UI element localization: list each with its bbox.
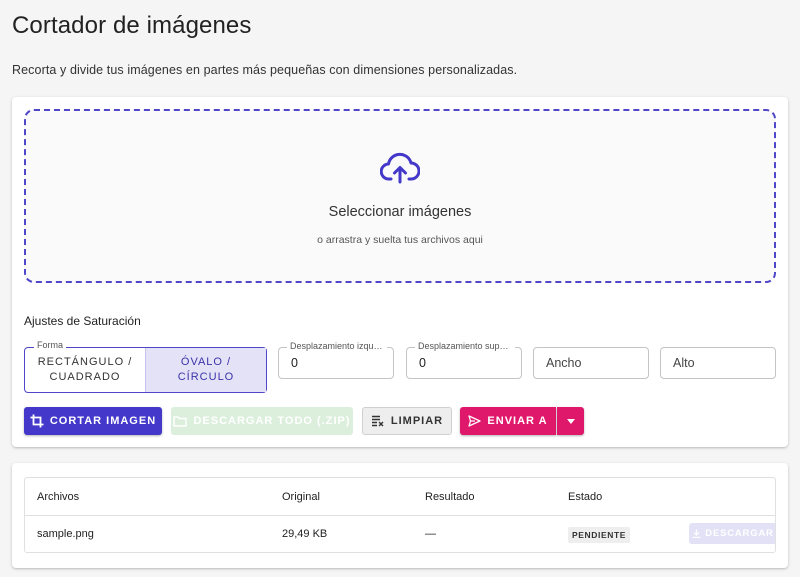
row-original-size: 29,49 KB	[282, 528, 328, 540]
header-divider	[25, 515, 775, 516]
shape-oval-button[interactable]: ÓVALO / CÍRCULO	[145, 348, 266, 392]
image-dropzone[interactable]: Seleccionar imágenes o arrastra y suelta…	[24, 109, 776, 283]
status-badge: PENDIENTE	[568, 527, 631, 543]
row-file-name: sample.png	[37, 528, 94, 540]
row-result: —	[425, 528, 436, 540]
download-icon	[692, 529, 701, 538]
crop-image-button[interactable]: CORTAR IMAGEN	[24, 407, 162, 435]
files-card: Archivos Original Resultado Estado sampl…	[12, 463, 788, 568]
crop-icon	[30, 414, 44, 428]
settings-label: Ajustes de Saturación	[24, 314, 141, 328]
offset-left-input[interactable]: Desplazamiento izquierdo 0	[278, 341, 394, 379]
shape-toggle-group: Forma RECTÁNGULO / CUADRADO ÓVALO / CÍRC…	[24, 340, 267, 393]
cloud-upload-icon	[380, 152, 420, 184]
send-to-label: ENVIAR A	[487, 415, 548, 427]
crop-image-label: CORTAR IMAGEN	[49, 415, 157, 427]
download-all-button[interactable]: DESCARGAR TODO (.ZIP)	[171, 407, 353, 435]
files-table: Archivos Original Resultado Estado sampl…	[24, 477, 776, 553]
shape-legend: Forma	[34, 340, 67, 350]
caret-down-icon	[566, 418, 575, 424]
send-icon	[468, 415, 482, 427]
header-status: Estado	[568, 491, 603, 503]
send-to-button[interactable]: ENVIAR A	[460, 407, 556, 435]
clear-button[interactable]: LIMPIAR	[362, 407, 452, 435]
download-all-label: DESCARGAR TODO (.ZIP)	[193, 415, 351, 427]
row-download-label: DESCARGAR	[705, 528, 774, 539]
header-files: Archivos	[37, 491, 80, 503]
header-result: Resultado	[425, 491, 475, 503]
clear-label: LIMPIAR	[390, 415, 444, 427]
row-download-button[interactable]: DESCARGAR	[689, 523, 775, 544]
send-to-dropdown-button[interactable]	[557, 407, 584, 435]
offset-left-value: 0	[291, 356, 298, 370]
cropper-card: Seleccionar imágenes o arrastra y suelta…	[12, 97, 788, 447]
dropzone-subtitle: o arrastra y suelta tus archivos aqui	[317, 234, 483, 246]
height-input[interactable]: Alto	[660, 347, 776, 379]
dropzone-title: Seleccionar imágenes	[328, 204, 472, 220]
height-placeholder: Alto	[673, 356, 695, 370]
header-original: Original	[282, 491, 320, 503]
page-title: Cortador de imágenes	[12, 12, 252, 39]
offset-top-value: 0	[419, 356, 426, 370]
width-input[interactable]: Ancho	[533, 347, 649, 379]
offset-top-legend: Desplazamiento superior	[415, 341, 515, 351]
offset-top-input[interactable]: Desplazamiento superior 0	[406, 341, 522, 379]
shape-rectangle-button[interactable]: RECTÁNGULO / CUADRADO	[25, 348, 145, 392]
offset-left-legend: Desplazamiento izquierdo	[287, 341, 387, 351]
clear-all-icon	[371, 415, 384, 427]
folder-icon	[173, 416, 188, 427]
page-subtitle: Recorta y divide tus imágenes en partes …	[12, 63, 518, 77]
width-placeholder: Ancho	[546, 356, 582, 370]
